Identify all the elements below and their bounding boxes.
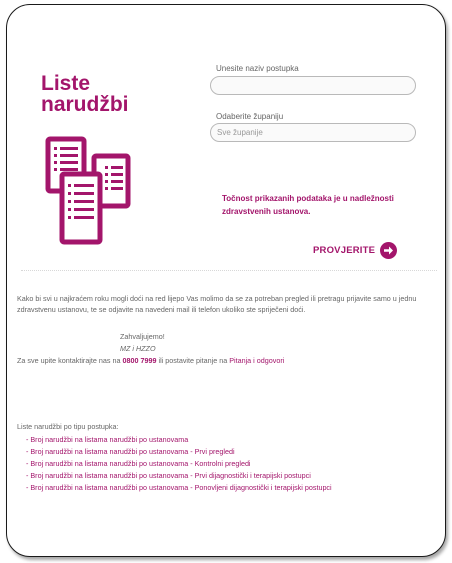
- data-accuracy-note: Točnost prikazanih podataka je u nadležn…: [222, 194, 394, 216]
- county-select-value: Sve županije: [217, 128, 263, 137]
- thanks-text: Zahvaljujemo!: [120, 332, 165, 341]
- section-divider: [21, 270, 437, 271]
- list-link-all[interactable]: - Broj narudžbi na listama narudžbi po u…: [26, 434, 332, 446]
- contact-prefix: Za sve upite kontaktirajte nas na: [17, 356, 121, 365]
- check-button[interactable]: PROVJERITE: [313, 241, 398, 259]
- county-select[interactable]: Sve županije: [210, 123, 416, 142]
- contact-line: Za sve upite kontaktirajte nas na 0800 7…: [17, 356, 284, 365]
- arrow-right-icon: [380, 241, 398, 259]
- contact-middle: ili postavite pitanje na: [158, 356, 228, 365]
- registration-message: Kako bi svi u najkraćem roku mogli doći …: [17, 294, 417, 314]
- list-link-first-diagnostic[interactable]: - Broj narudžbi na listama narudžbi po u…: [26, 470, 332, 482]
- title-line-2: narudžbi: [41, 93, 129, 116]
- page-title: Liste narudžbi: [41, 73, 129, 115]
- check-button-label: PROVJERITE: [313, 244, 376, 256]
- list-link-control-exams[interactable]: - Broj narudžbi na listama narudžbi po u…: [26, 458, 332, 470]
- list-link-repeat-diagnostic[interactable]: - Broj narudžbi na listama narudžbi po u…: [26, 482, 332, 494]
- signature-text: MZ i HZZO: [120, 344, 156, 353]
- title-line-1: Liste: [41, 72, 91, 95]
- procedure-input[interactable]: [210, 76, 416, 95]
- procedure-label: Unesite naziv postupka: [216, 64, 299, 73]
- county-label: Odaberite županiju: [216, 112, 284, 121]
- lists-links: - Broj narudžbi na listama narudžbi po u…: [26, 434, 332, 494]
- faq-link[interactable]: Pitanja i odgovori: [229, 356, 284, 365]
- lists-heading: Liste narudžbi po tipu postupka:: [17, 422, 119, 431]
- list-link-first-exams[interactable]: - Broj narudžbi na listama narudžbi po u…: [26, 446, 332, 458]
- documents-icon: [45, 136, 131, 245]
- contact-phone: 0800 7999: [122, 356, 157, 365]
